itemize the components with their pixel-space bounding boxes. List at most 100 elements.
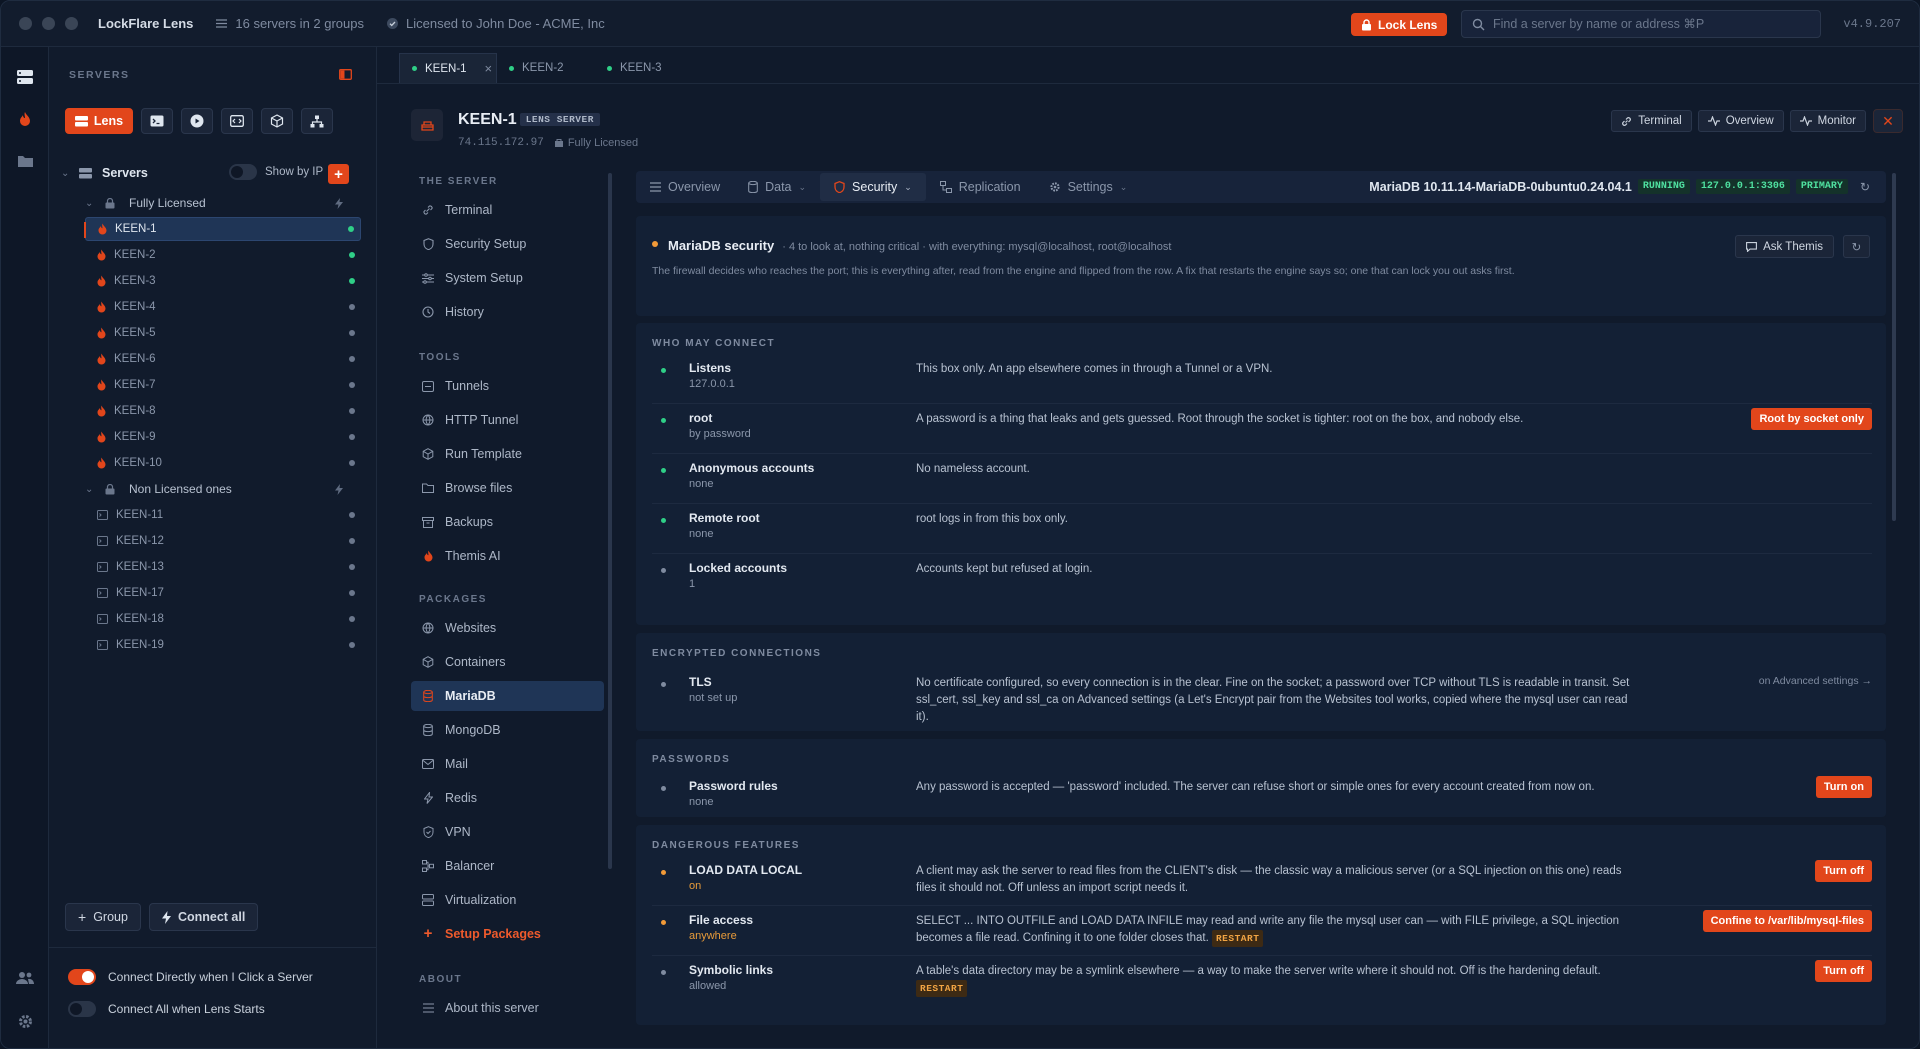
subnav-item-browse-files[interactable]: Browse files xyxy=(411,473,604,503)
tab-replication[interactable]: Replication xyxy=(926,173,1035,201)
lock-lens-button[interactable]: Lock Lens xyxy=(1351,13,1448,36)
subnav-item-balancer[interactable]: Balancer xyxy=(411,851,604,881)
subnav-item-setup-packages[interactable]: + Setup Packages xyxy=(411,919,604,949)
terminal-button[interactable]: Terminal xyxy=(1611,110,1692,132)
subnav-item-mongodb[interactable]: MongoDB xyxy=(411,715,604,745)
monitor-button[interactable]: Monitor xyxy=(1789,110,1866,132)
lightning-icon[interactable] xyxy=(335,483,343,495)
subnav-item-mail[interactable]: Mail xyxy=(411,749,604,779)
servers-rail-icon[interactable] xyxy=(13,65,37,89)
refresh-security-button[interactable]: ↻ xyxy=(1843,235,1870,258)
lens-button[interactable]: Lens xyxy=(65,108,133,134)
tab-keen-3[interactable]: KEEN-3 xyxy=(595,53,693,83)
folder-rail-icon[interactable] xyxy=(13,149,37,173)
server-item[interactable]: KEEN-18 xyxy=(85,607,361,631)
show-by-ip-toggle[interactable] xyxy=(229,164,257,180)
subnav-item-virtualization[interactable]: Virtualization xyxy=(411,885,604,915)
setting-action-button[interactable]: Turn on xyxy=(1815,776,1872,798)
setting-action-button[interactable]: Turn off xyxy=(1815,860,1872,882)
add-group-button[interactable]: + Group xyxy=(65,903,141,931)
group-row[interactable]: ⌄ Fully Licensed xyxy=(85,191,361,215)
minimize-window-button[interactable] xyxy=(42,17,55,30)
advanced-settings-link[interactable]: on Advanced settings → xyxy=(1759,675,1872,687)
collapse-panel-icon[interactable] xyxy=(339,69,352,80)
tab-data[interactable]: Data ⌄ xyxy=(734,173,820,201)
subnav-item-websites[interactable]: Websites xyxy=(411,613,604,643)
maximize-window-button[interactable] xyxy=(65,17,78,30)
server-item[interactable]: KEEN-2 xyxy=(85,243,361,267)
package-tool-button[interactable] xyxy=(261,108,293,134)
tab-overview-label: Overview xyxy=(668,180,721,194)
server-item[interactable]: KEEN-6 xyxy=(85,347,361,371)
subnav-item-run-template[interactable]: Run Template xyxy=(411,439,604,469)
refresh-icon[interactable]: ↻ xyxy=(1860,180,1870,194)
code-tool-button[interactable] xyxy=(221,108,253,134)
tab-keen-1[interactable]: KEEN-1 × xyxy=(399,53,497,83)
subnav-item-redis[interactable]: Redis xyxy=(411,783,604,813)
show-by-ip-control: Show by IP xyxy=(229,164,323,180)
system-setup-icon xyxy=(421,272,435,284)
subnav-item-about-this-server[interactable]: About this server xyxy=(411,993,604,1023)
subnav-item-history[interactable]: History xyxy=(411,297,604,327)
lightning-icon[interactable] xyxy=(335,197,343,209)
description-text: SELECT ... INTO OUTFILE and LOAD DATA IN… xyxy=(916,915,1620,944)
server-item[interactable]: KEEN-10 xyxy=(85,451,361,475)
subnav-item-security-setup[interactable]: Security Setup xyxy=(411,229,604,259)
play-tool-button[interactable] xyxy=(181,108,213,134)
server-item[interactable]: KEEN-7 xyxy=(85,373,361,397)
subnav-scrollbar[interactable] xyxy=(608,173,612,869)
users-rail-icon[interactable] xyxy=(13,966,37,990)
server-item[interactable]: KEEN-12 xyxy=(85,529,361,553)
server-item[interactable]: KEEN-11 xyxy=(85,503,361,527)
tab-settings[interactable]: Settings ⌄ xyxy=(1035,173,1142,201)
subnav-item-tunnels[interactable]: Tunnels xyxy=(411,371,604,401)
tab-keen-2[interactable]: KEEN-2 xyxy=(497,53,595,83)
subnav-item-mariadb[interactable]: MariaDB xyxy=(411,681,604,711)
tab-security[interactable]: Security ⌄ xyxy=(820,173,926,201)
server-item[interactable]: KEEN-8 xyxy=(85,399,361,423)
search-input[interactable] xyxy=(1493,17,1810,31)
vpn-icon xyxy=(421,826,435,838)
server-item[interactable]: KEEN-4 xyxy=(85,295,361,319)
settings-gear-icon[interactable] xyxy=(13,1009,37,1033)
subnav-item-containers[interactable]: Containers xyxy=(411,647,604,677)
subnav-item-terminal[interactable]: Terminal xyxy=(411,195,604,225)
server-item[interactable]: KEEN-9 xyxy=(85,425,361,449)
server-item[interactable]: KEEN-1 xyxy=(84,217,361,241)
subnav-item-label: Browse files xyxy=(445,481,513,495)
status-dot xyxy=(349,616,355,622)
tab-overview[interactable]: Overview xyxy=(636,173,734,201)
status-dot xyxy=(661,786,666,791)
close-window-button[interactable] xyxy=(19,17,32,30)
subnav-item-system-setup[interactable]: System Setup xyxy=(411,263,604,293)
group-row[interactable]: ⌄ Non Licensed ones xyxy=(85,477,361,501)
setting-action-button[interactable]: Root by socket only xyxy=(1751,408,1872,430)
network-tool-button[interactable] xyxy=(301,108,333,134)
server-search[interactable] xyxy=(1461,10,1821,38)
subnav-item-themis-ai[interactable]: Themis AI xyxy=(411,541,604,571)
content-scrollbar[interactable] xyxy=(1892,173,1896,521)
connect-all-start-toggle[interactable] xyxy=(68,1001,96,1017)
connect-directly-toggle[interactable] xyxy=(68,969,96,985)
close-server-button[interactable]: ✕ xyxy=(1873,109,1903,133)
section-title: DANGEROUS FEATURES xyxy=(652,840,800,851)
overview-button[interactable]: Overview xyxy=(1697,110,1784,132)
terminal-tool-button[interactable] xyxy=(141,108,173,134)
setting-action-button[interactable]: Turn off xyxy=(1815,960,1872,982)
server-item[interactable]: KEEN-17 xyxy=(85,581,361,605)
subnav-item-vpn[interactable]: VPN xyxy=(411,817,604,847)
setting-key: File access xyxy=(689,913,754,927)
add-server-button[interactable]: + xyxy=(328,164,349,184)
server-item[interactable]: KEEN-19 xyxy=(85,633,361,657)
setting-description: A client may ask the server to read file… xyxy=(916,863,1636,897)
ask-themis-button[interactable]: Ask Themis xyxy=(1735,235,1834,258)
setting-action-button[interactable]: Confine to /var/lib/mysql-files xyxy=(1702,910,1872,932)
server-item[interactable]: KEEN-5 xyxy=(85,321,361,345)
connect-all-button[interactable]: Connect all xyxy=(148,903,259,931)
flame-rail-icon[interactable] xyxy=(13,107,37,131)
subnav-item-backups[interactable]: Backups xyxy=(411,507,604,537)
server-item[interactable]: KEEN-13 xyxy=(85,555,361,579)
server-item[interactable]: KEEN-3 xyxy=(85,269,361,293)
close-tab-icon[interactable]: × xyxy=(485,61,493,76)
subnav-item-http-tunnel[interactable]: HTTP Tunnel xyxy=(411,405,604,435)
